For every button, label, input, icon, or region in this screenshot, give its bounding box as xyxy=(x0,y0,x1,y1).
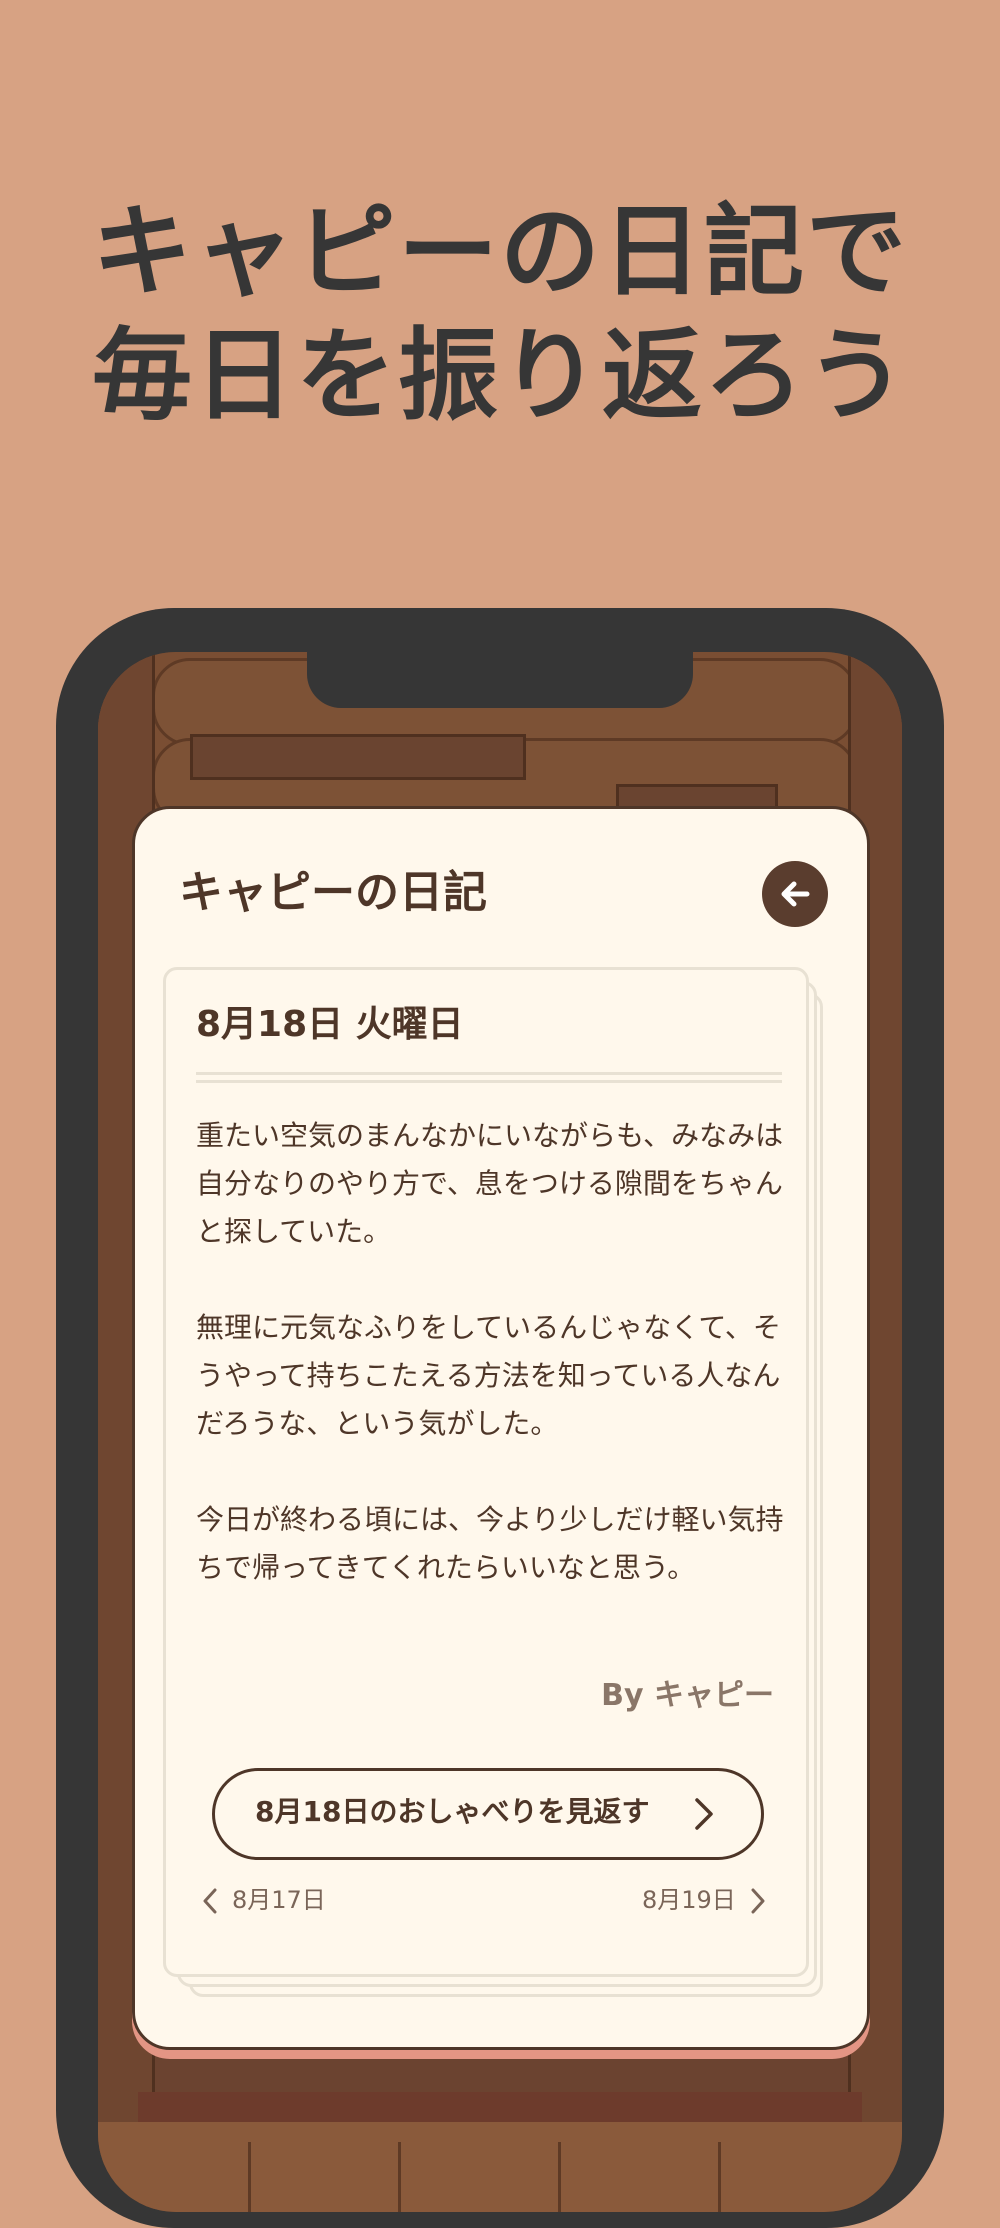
floor-plank-line xyxy=(718,2142,721,2212)
diary-paragraph: 今日が終わる頃には、今より少しだけ軽い気持ちで帰ってきてくれたらいいなと思う。 xyxy=(196,1503,784,1584)
headline: キャピーの日記で 毎日を振り返ろう xyxy=(0,190,1000,438)
diary-card: キャピーの日記 8月18日 火曜日 重たい空気のまんなかにいながらも、みなみは自… xyxy=(132,806,870,2050)
diary-title: キャピーの日記 xyxy=(179,867,487,918)
wooden-floor xyxy=(98,2122,902,2212)
headline-line-1: キャピーの日記で xyxy=(92,193,908,310)
diary-paragraph: 重たい空気のまんなかにいながらも、みなみは自分なりのやり方で、息をつける隙間をち… xyxy=(196,1119,784,1248)
chevron-left-icon xyxy=(203,1888,217,1914)
back-button[interactable] xyxy=(762,861,828,927)
next-day-link[interactable]: 8月19日 xyxy=(642,1880,782,1920)
chevron-right-icon xyxy=(695,1798,713,1830)
diary-page: 8月18日 火曜日 重たい空気のまんなかにいながらも、みなみは自分なりのやり方で… xyxy=(163,967,809,1977)
diary-date: 8月18日 火曜日 xyxy=(196,1004,464,1045)
diary-paragraph: 無理に元気なふりをしているんじゃなくて、そうやって持ちこたえる方法を知っている人… xyxy=(196,1311,781,1440)
phone-notch xyxy=(307,652,693,708)
review-conversation-button[interactable]: 8月18日のおしゃべりを見返す xyxy=(212,1768,764,1860)
prev-day-link[interactable]: 8月17日 xyxy=(202,1880,362,1920)
phone-frame: キャピーの日記 8月18日 火曜日 重たい空気のまんなかにいながらも、みなみは自… xyxy=(56,608,944,2228)
diary-byline: By キャピー xyxy=(601,1678,774,1713)
review-conversation-label: 8月18日のおしゃべりを見返す xyxy=(255,1795,650,1828)
floor-plank-line xyxy=(398,2142,401,2212)
arrow-left-icon xyxy=(781,881,810,907)
next-day-label: 8月19日 xyxy=(642,1886,736,1914)
prev-day-label: 8月17日 xyxy=(232,1886,326,1914)
floor-plank-line xyxy=(558,2142,561,2212)
floor-plank-line xyxy=(248,2142,251,2212)
chevron-right-icon xyxy=(751,1888,765,1914)
divider xyxy=(196,1080,782,1083)
diary-entry: 重たい空気のまんなかにいながらも、みなみは自分なりのやり方で、息をつける隙間をち… xyxy=(196,1112,786,1640)
wall-shelf xyxy=(190,734,526,780)
divider xyxy=(196,1072,782,1075)
headline-line-2: 毎日を振り返ろう xyxy=(92,317,908,434)
phone-screen: キャピーの日記 8月18日 火曜日 重たい空気のまんなかにいながらも、みなみは自… xyxy=(98,652,902,2212)
